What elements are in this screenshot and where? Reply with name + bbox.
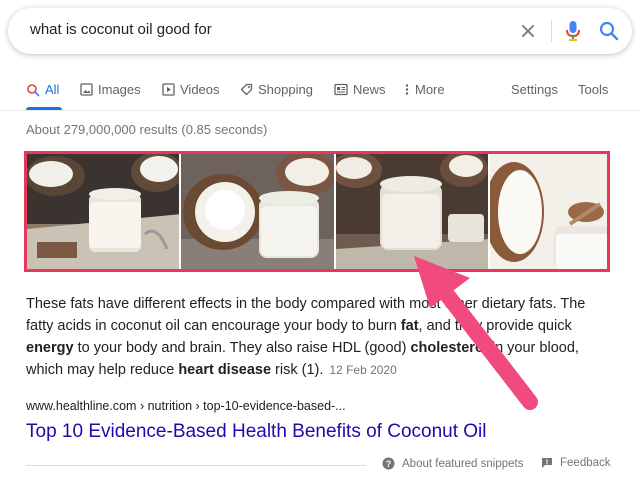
- snippet-date: 12 Feb 2020: [329, 363, 397, 377]
- tab-shopping[interactable]: Shopping: [240, 82, 313, 97]
- thumbnail-image[interactable]: [27, 154, 180, 269]
- snippet-text: , and they provide quick: [418, 318, 572, 334]
- news-icon: [334, 83, 348, 96]
- tag-icon: [240, 83, 253, 96]
- play-icon: [162, 83, 175, 96]
- tab-videos[interactable]: Videos: [162, 82, 220, 97]
- feedback-label: Feedback: [560, 457, 611, 469]
- microphone-icon[interactable]: [563, 19, 583, 43]
- result-title-link[interactable]: Top 10 Evidence-Based Health Benefits of…: [26, 421, 487, 443]
- more-vert-icon: [405, 84, 409, 95]
- result-breadcrumb[interactable]: www.healthline.com › nutrition › top-10-…: [26, 399, 346, 413]
- close-icon[interactable]: [518, 21, 538, 41]
- tab-label: All: [45, 82, 60, 97]
- snippet-bold: heart disease: [178, 362, 272, 378]
- tab-settings[interactable]: Settings: [511, 82, 558, 97]
- snippet-text: to your body and brain. They also raise …: [73, 340, 411, 356]
- tab-label: Images: [98, 82, 141, 97]
- help-icon: ?: [382, 457, 395, 470]
- tab-news[interactable]: News: [334, 82, 386, 97]
- tabs-divider: [0, 110, 640, 111]
- search-input[interactable]: [30, 21, 470, 38]
- tab-more[interactable]: More: [404, 82, 445, 97]
- about-label: About featured snippets: [402, 457, 524, 470]
- search-bar: [8, 8, 632, 54]
- snippet-bold: energy: [26, 340, 74, 356]
- search-divider: [551, 20, 552, 42]
- tab-images[interactable]: Images: [80, 82, 141, 97]
- snippet-bold: fat: [400, 318, 419, 334]
- result-stats: About 279,000,000 results (0.85 seconds): [26, 122, 268, 137]
- tab-label: Shopping: [258, 82, 313, 97]
- tab-label: Videos: [180, 82, 220, 97]
- search-tabs: All Images Videos Shopping News More Set…: [0, 76, 640, 110]
- tab-tools[interactable]: Tools: [578, 82, 608, 97]
- search-icon[interactable]: [598, 20, 620, 42]
- snippet-bold: cholesterol: [410, 340, 488, 356]
- tab-label: Tools: [578, 82, 609, 97]
- feedback-icon: [542, 458, 552, 468]
- svg-text:?: ?: [386, 459, 392, 469]
- featured-snippet-text: These fats have different effects in the…: [26, 293, 616, 381]
- feedback-button[interactable]: Feedback: [541, 457, 611, 469]
- image-icon: [80, 83, 93, 96]
- about-featured-snippets-button[interactable]: ? About featured snippets: [382, 457, 523, 470]
- thumbnail-image[interactable]: [335, 154, 489, 269]
- thumbnail-image[interactable]: [490, 154, 607, 269]
- search-icon: [27, 83, 40, 96]
- snippet-text: risk (1).: [271, 362, 324, 378]
- tab-label: Settings: [511, 82, 558, 97]
- tab-label: More: [415, 82, 445, 97]
- thumbnail-image[interactable]: [181, 154, 334, 269]
- tab-label: News: [353, 82, 386, 97]
- featured-image-strip: [24, 151, 610, 272]
- tab-all[interactable]: All: [26, 82, 59, 97]
- footer-divider: [26, 465, 366, 466]
